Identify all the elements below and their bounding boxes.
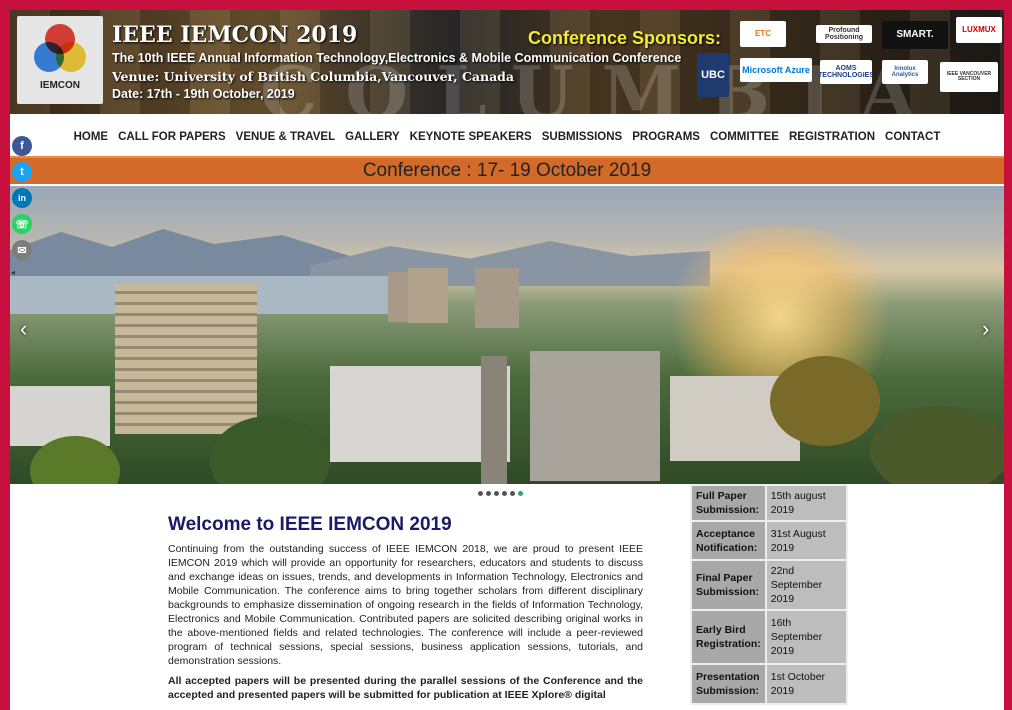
sponsor-logo-luxmux[interactable]: LUXMUX [956, 17, 1002, 43]
table-row: Presentation Submission: 1st October 201… [690, 663, 849, 705]
table-row: Final Paper Submission: 22nd September 2… [690, 559, 849, 611]
share-collapse-icon[interactable]: ◂ [11, 268, 15, 277]
linkedin-icon[interactable]: in [12, 188, 32, 208]
welcome-bold-note: All accepted papers will be presented du… [168, 675, 643, 701]
conference-subtitle: The 10th IEEE Annual Information Technol… [112, 51, 682, 65]
date-value: 31st August 2019 [764, 520, 849, 561]
conference-title: IEEE IEMCON 2019 [112, 22, 358, 48]
nav-gallery[interactable]: GALLERY [340, 126, 405, 148]
facebook-icon[interactable]: f [12, 136, 32, 156]
date-label: Presentation Submission: [690, 663, 767, 705]
nav-registration[interactable]: REGISTRATION [784, 126, 880, 148]
nav-home[interactable]: HOME [69, 126, 114, 148]
banner-text: Conference : 17- 19 October 2019 [362, 160, 652, 181]
date-value: 22nd September 2019 [764, 559, 849, 611]
twitter-icon[interactable]: t [12, 162, 32, 182]
email-icon[interactable]: ✉ [12, 240, 32, 260]
welcome-body: Continuing from the outstanding success … [168, 543, 643, 667]
conference-date: Date: 17th - 19th October, 2019 [112, 87, 295, 101]
hero-slider-image: ‹ › [10, 186, 1004, 484]
sponsor-logo-profound[interactable]: Profound Positioning [816, 25, 872, 43]
page: COLUMBIA IEMCON IEEE IEMCON 2019 The 10t… [10, 10, 1004, 710]
nav-committee[interactable]: COMMITTEE [705, 126, 784, 148]
conference-banner: Conference : 17- 19 October 2019 [10, 156, 1004, 184]
nav-submissions[interactable]: SUBMISSIONS [537, 126, 628, 148]
logo-text: IEMCON [40, 80, 80, 91]
sponsor-logo-ieee-vancouver[interactable]: IEEE VANCOUVER SECTION [940, 62, 998, 92]
sponsor-logo-ubc[interactable]: UBC [697, 53, 729, 97]
date-label: Acceptance Notification: [690, 520, 767, 561]
important-dates-table: Full Paper Submission: 15th august 2019 … [690, 484, 849, 705]
date-value: 16th September 2019 [764, 609, 849, 665]
slider-prev-arrow[interactable]: ‹ [20, 316, 27, 342]
table-row: Early Bird Registration: 16th September … [690, 609, 849, 665]
slider-next-arrow[interactable]: › [982, 316, 989, 342]
sponsor-logo-aoms[interactable]: AOMS TECHNOLOGIES [820, 60, 872, 84]
sponsors-title: Conference Sponsors: [528, 28, 722, 48]
date-label: Early Bird Registration: [690, 609, 767, 665]
nav-keynote-speakers[interactable]: KEYNOTE SPEAKERS [405, 126, 537, 148]
sponsor-logo-innolux[interactable]: Innolux Analytics [882, 60, 928, 84]
sponsor-logo-smart[interactable]: SMART. [882, 21, 948, 49]
sponsor-logo-microsoft-azure[interactable]: Microsoft Azure [740, 58, 812, 82]
date-label: Full Paper Submission: [690, 484, 767, 522]
nav-contact[interactable]: CONTACT [880, 126, 945, 148]
logo-circles-icon [34, 24, 86, 76]
table-row: Full Paper Submission: 15th august 2019 [690, 484, 849, 522]
date-value: 1st October 2019 [764, 663, 849, 705]
nav-programs[interactable]: PROGRAMS [627, 126, 705, 148]
site-header: COLUMBIA IEMCON IEEE IEMCON 2019 The 10t… [10, 10, 1004, 114]
iemcon-logo[interactable]: IEMCON [17, 16, 103, 104]
table-row: Acceptance Notification: 31st August 201… [690, 520, 849, 561]
welcome-title: Welcome to IEEE IEMCON 2019 [168, 514, 452, 535]
whatsapp-icon[interactable]: ☏ [12, 214, 32, 234]
conference-venue: Venue: University of British Columbia,Va… [112, 69, 515, 84]
sponsor-logo-etc[interactable]: ETC [740, 21, 786, 47]
date-label: Final Paper Submission: [690, 559, 767, 611]
welcome-section: Welcome to IEEE IEMCON 2019 Continuing f… [168, 486, 644, 710]
nav-call-for-papers[interactable]: CALL FOR PAPERS [113, 126, 231, 148]
date-value: 15th august 2019 [764, 484, 849, 522]
nav-venue-travel[interactable]: VENUE & TRAVEL [231, 126, 340, 148]
main-navigation: HOME CALL FOR PAPERS VENUE & TRAVEL GALL… [10, 126, 1004, 148]
